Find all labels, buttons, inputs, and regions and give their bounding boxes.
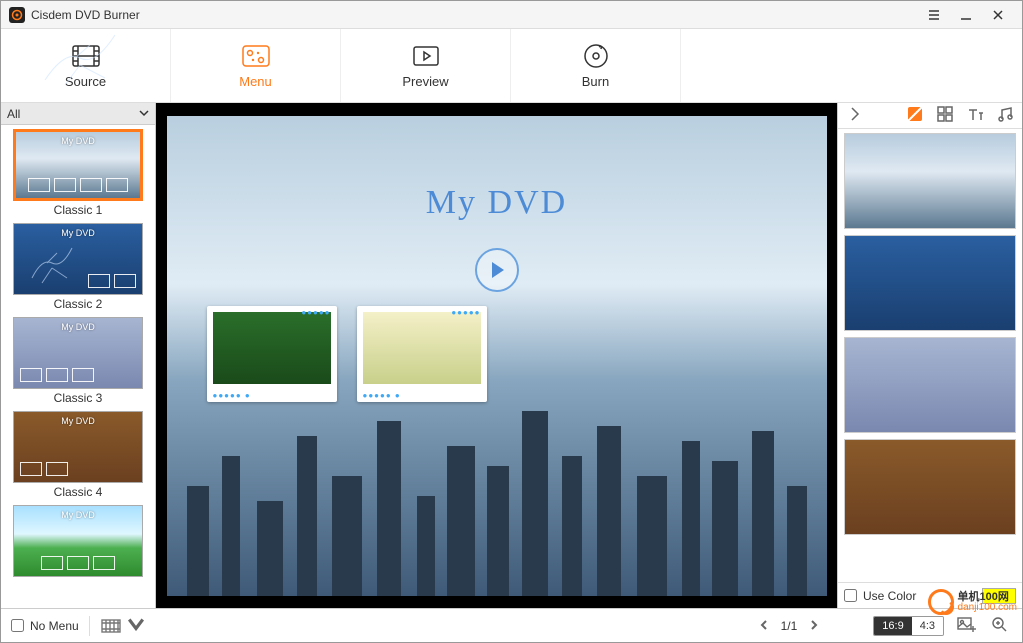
nav-preview[interactable]: Preview <box>341 29 511 102</box>
template-caption: Classic 3 <box>54 391 103 405</box>
thumb-title: My DVD <box>14 322 142 332</box>
ratio-16-9-button[interactable]: 16:9 <box>874 617 911 635</box>
template-filter-dropdown[interactable]: All <box>1 103 155 125</box>
top-nav: Source Menu Preview Burn <box>1 29 1022 103</box>
template-thumb: My DVD <box>13 505 143 577</box>
disc-icon <box>580 42 612 70</box>
template-item-classic-3[interactable]: My DVD Classic 3 <box>1 313 155 407</box>
page-navigator: 1/1 <box>755 617 824 635</box>
ratio-4-3-button[interactable]: 4:3 <box>912 617 943 635</box>
music-icon <box>996 105 1014 123</box>
tab-music[interactable] <box>996 105 1014 126</box>
page-indicator: 1/1 <box>781 619 798 633</box>
no-menu-option: No Menu <box>11 619 79 633</box>
chevron-down-icon <box>139 107 149 121</box>
video-slot-2[interactable]: ●●●●● ●●●●● ● <box>357 306 487 402</box>
nav-menu-label: Menu <box>239 74 272 89</box>
thumb-title: My DVD <box>14 416 142 426</box>
thumb-title: My DVD <box>16 136 140 146</box>
thumb-title: My DVD <box>14 228 142 238</box>
aspect-ratio-toggle: 16:9 4:3 <box>873 616 944 636</box>
no-menu-checkbox[interactable] <box>11 619 24 632</box>
bottom-bar: No Menu 1/1 16:9 4:3 <box>1 608 1022 642</box>
tab-text[interactable] <box>966 105 984 126</box>
use-color-checkbox[interactable] <box>844 589 857 602</box>
slot-handle-icon: ●●●●● <box>301 308 330 317</box>
skyline-decoration <box>167 406 827 596</box>
zoom-button[interactable] <box>988 613 1012 638</box>
slot-handle-icon: ●●●●● ● <box>363 391 401 400</box>
background-item-4[interactable] <box>844 439 1016 535</box>
nav-preview-label: Preview <box>402 74 448 89</box>
nav-burn-label: Burn <box>582 74 609 89</box>
template-thumb: My DVD <box>13 223 143 295</box>
no-menu-label: No Menu <box>30 619 79 633</box>
template-thumb: My DVD <box>13 411 143 483</box>
preview-icon <box>410 42 442 70</box>
nav-burn[interactable]: Burn <box>511 29 681 102</box>
play-all-button[interactable] <box>475 248 519 292</box>
template-item-classic-4[interactable]: My DVD Classic 4 <box>1 407 155 501</box>
background-icon <box>906 105 924 123</box>
app-logo <box>9 7 25 23</box>
background-list <box>838 129 1022 582</box>
close-button[interactable] <box>982 3 1014 27</box>
magnifier-plus-icon <box>990 615 1010 633</box>
prev-page-button[interactable] <box>755 617 773 635</box>
preview-area: My DVD ●●●●● ●●●●● ● ●●●●● ●●●●● ● <box>156 103 837 608</box>
chevron-down-icon <box>125 615 147 636</box>
thumb-title: My DVD <box>14 510 142 520</box>
properties-panel: Use Color <box>837 103 1022 608</box>
right-panel-tabs <box>838 103 1022 129</box>
use-color-row: Use Color <box>838 582 1022 608</box>
menu-template-icon <box>240 42 272 70</box>
image-plus-icon <box>956 615 976 633</box>
template-caption: Classic 1 <box>54 203 103 217</box>
template-item-classic-1[interactable]: My DVD Classic 1 <box>1 125 155 219</box>
hamburger-menu-button[interactable] <box>918 3 950 27</box>
background-item-3[interactable] <box>844 337 1016 433</box>
template-caption: Classic 4 <box>54 485 103 499</box>
filmstrip-icon <box>100 617 122 635</box>
titlebar: Cisdem DVD Burner <box>1 1 1022 29</box>
color-swatch[interactable] <box>982 588 1016 604</box>
template-caption: Classic 2 <box>54 297 103 311</box>
use-color-label: Use Color <box>863 589 916 603</box>
menu-stage[interactable]: My DVD ●●●●● ●●●●● ● ●●●●● ●●●●● ● <box>167 116 827 596</box>
film-style-dropdown[interactable] <box>100 615 147 636</box>
collapse-panel-button[interactable] <box>846 105 864 126</box>
frame-icon <box>936 105 954 123</box>
template-list: My DVD Classic 1 My DVD Classic 2 My DVD <box>1 125 155 608</box>
template-thumb: My DVD <box>13 129 143 201</box>
template-thumb: My DVD <box>13 317 143 389</box>
background-item-1[interactable] <box>844 133 1016 229</box>
tab-background[interactable] <box>906 105 924 126</box>
template-item-5[interactable]: My DVD <box>1 501 155 579</box>
slot-handle-icon: ●●●●● <box>451 308 480 317</box>
tab-frame[interactable] <box>936 105 954 126</box>
background-item-2[interactable] <box>844 235 1016 331</box>
next-page-button[interactable] <box>805 617 823 635</box>
minimize-button[interactable] <box>950 3 982 27</box>
template-sidebar: All My DVD Classic 1 My DVD Classic 2 <box>1 103 156 608</box>
video-slot-1[interactable]: ●●●●● ●●●●● ● <box>207 306 337 402</box>
text-icon <box>966 105 984 123</box>
template-filter-label: All <box>7 107 20 121</box>
add-image-button[interactable] <box>954 613 978 638</box>
slot-handle-icon: ●●●●● ● <box>213 391 251 400</box>
dvd-title-text[interactable]: My DVD <box>167 184 827 222</box>
nav-menu[interactable]: Menu <box>171 29 341 102</box>
template-item-classic-2[interactable]: My DVD Classic 2 <box>1 219 155 313</box>
